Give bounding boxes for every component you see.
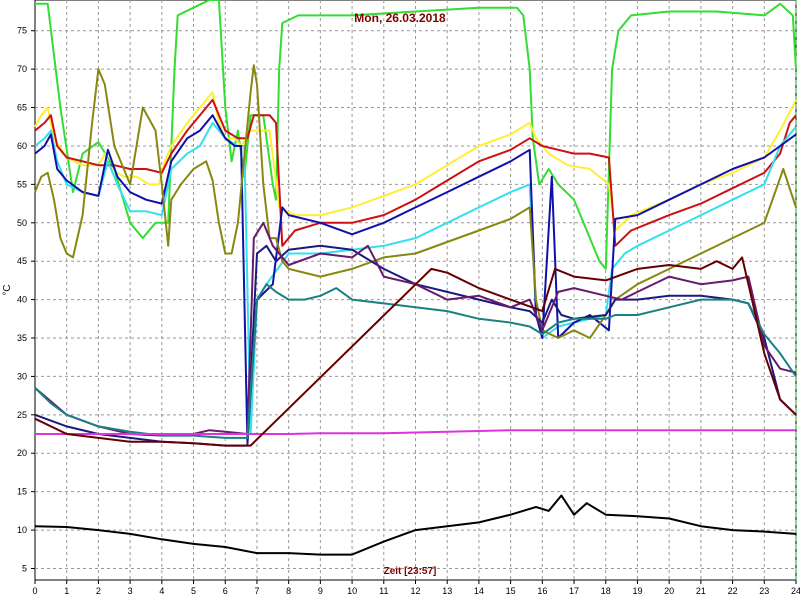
x-tick-label: 23 — [759, 586, 769, 596]
x-tick-label: 15 — [506, 586, 516, 596]
x-tick-label: 11 — [379, 586, 388, 596]
y-tick-label: 40 — [17, 295, 27, 305]
x-tick-label: 9 — [318, 586, 323, 596]
x-tick-label: 19 — [632, 586, 642, 596]
y-tick-label: 70 — [17, 64, 27, 74]
x-tick-label: 20 — [664, 586, 674, 596]
y-tick-label: 5 — [22, 563, 27, 573]
x-tick-label: 18 — [601, 586, 611, 596]
x-tick-label: 13 — [442, 586, 452, 596]
y-tick-label: 55 — [17, 179, 27, 189]
y-tick-label: 50 — [17, 218, 27, 228]
x-tick-label: 0 — [32, 586, 37, 596]
x-tick-label: 5 — [191, 586, 196, 596]
x-axis-label: Zeit [23:57] — [384, 566, 437, 577]
x-tick-label: 8 — [286, 586, 291, 596]
x-tick-label: 21 — [696, 586, 706, 596]
y-tick-label: 45 — [17, 256, 27, 266]
x-tick-label: 24 — [791, 586, 800, 596]
y-tick-label: 65 — [17, 103, 27, 113]
x-tick-label: 22 — [728, 586, 738, 596]
x-tick-label: 1 — [64, 586, 69, 596]
y-tick-label: 75 — [17, 26, 27, 36]
x-tick-label: 14 — [474, 586, 484, 596]
x-tick-label: 16 — [537, 586, 547, 596]
x-tick-label: 17 — [569, 586, 579, 596]
chart-title: Mon, 26.03.2018 — [354, 11, 446, 25]
x-tick-label: 10 — [347, 586, 357, 596]
x-tick-label: 6 — [223, 586, 228, 596]
x-tick-label: 12 — [410, 586, 420, 596]
x-tick-label: 7 — [254, 586, 259, 596]
x-tick-label: 4 — [159, 586, 164, 596]
y-tick-label: 35 — [17, 333, 27, 343]
x-tick-label: 2 — [96, 586, 101, 596]
temperature-chart: 0 1 2 3 4 5 6 7 8 9 10 11 12 13 14 15 16 17 18 19 20 21 22 23 24… — [2, 0, 800, 596]
y-tick-label: 60 — [17, 141, 27, 151]
y-tick-label: 15 — [17, 487, 27, 497]
y-axis-label: °C — [2, 284, 13, 295]
y-tick-label: 30 — [17, 371, 27, 381]
y-tick-label: 10 — [17, 525, 27, 535]
y-tick-label: 20 — [17, 448, 27, 458]
x-tick-label: 3 — [128, 586, 133, 596]
y-tick-label: 25 — [17, 410, 27, 420]
